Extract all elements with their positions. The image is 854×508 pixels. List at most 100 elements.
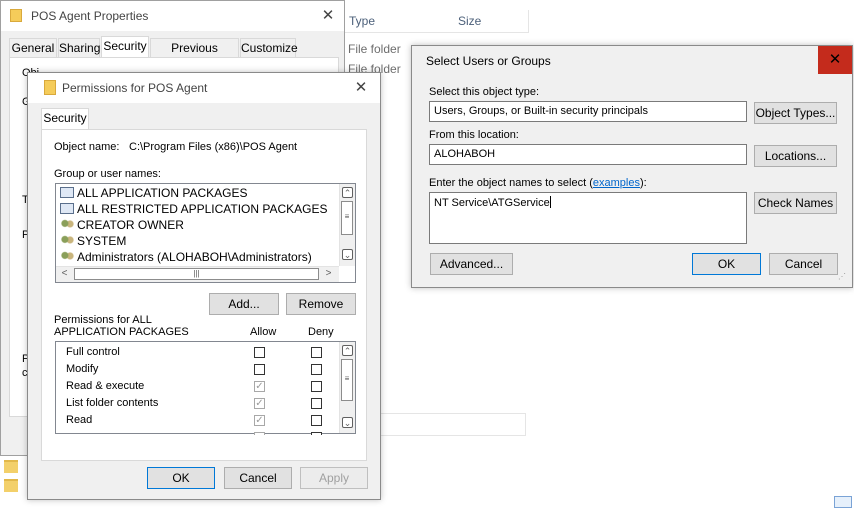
- enter-names-label: Enter the object names to select (exampl…: [429, 177, 647, 189]
- cancel-button[interactable]: Cancel: [224, 467, 292, 489]
- tab-security[interactable]: Security: [41, 108, 89, 130]
- folder-icon: [44, 80, 56, 95]
- permission-name: Full control: [66, 346, 120, 358]
- check-names-button[interactable]: Check Names: [754, 192, 837, 214]
- column-header-type[interactable]: Type: [349, 10, 375, 32]
- explorer-row-type: File folder: [348, 42, 401, 56]
- ok-button[interactable]: OK: [692, 253, 761, 275]
- cancel-button[interactable]: Cancel: [769, 253, 838, 275]
- scroll-up-icon[interactable]: ⌃: [342, 345, 353, 356]
- scroll-right-icon[interactable]: >: [323, 268, 334, 280]
- allow-checkbox[interactable]: [254, 347, 265, 358]
- location-label: From this location:: [429, 129, 519, 141]
- user-list-vscrollbar[interactable]: ⌃ ≡ ⌄: [339, 184, 355, 266]
- permissions-for-label-2: APPLICATION PACKAGES: [54, 326, 189, 338]
- object-names-value: NT Service\ATGService: [434, 197, 550, 209]
- permissions-security-panel: Object name: C:\Program Files (x86)\POS …: [41, 129, 367, 461]
- folder-icon: [10, 9, 22, 22]
- tab-sharing[interactable]: Sharing: [58, 38, 100, 58]
- selected-row-outline: [376, 413, 526, 436]
- permissions-window: Permissions for POS Agent ✕ Security Obj…: [27, 72, 381, 500]
- allow-column-header: Allow: [250, 326, 277, 338]
- object-name-label: Object name:: [54, 141, 120, 153]
- group-names-label: Group or user names:: [54, 168, 161, 180]
- select-users-titlebar: Select Users or Groups ✕: [412, 46, 852, 76]
- deny-checkbox[interactable]: [311, 398, 322, 409]
- apply-button: Apply: [300, 467, 368, 489]
- allow-checkbox: ✓: [254, 381, 265, 392]
- enter-names-label-text: Enter the object names to select (: [429, 177, 593, 189]
- users-icon: [60, 251, 74, 262]
- deny-checkbox[interactable]: [311, 347, 322, 358]
- scroll-down-icon[interactable]: ⌄: [342, 249, 353, 260]
- permission-name: List folder contents: [66, 397, 159, 409]
- properties-titlebar: POS Agent Properties ✕: [1, 1, 344, 31]
- permissions-vscrollbar[interactable]: ⌃ ≡ ⌄: [339, 342, 355, 433]
- text-cursor: [549, 196, 551, 208]
- package-icon: [60, 187, 74, 198]
- permission-name: Read: [66, 414, 93, 426]
- close-button[interactable]: ✕: [818, 46, 852, 74]
- group-user-list[interactable]: ALL APPLICATION PACKAGES ALL RESTRICTED A…: [55, 183, 356, 283]
- object-name-value: C:\Program Files (x86)\POS Agent: [129, 141, 298, 153]
- close-button[interactable]: ✕: [344, 73, 378, 103]
- users-icon: [60, 219, 74, 230]
- deny-checkbox[interactable]: [311, 415, 322, 426]
- locations-button[interactable]: Locations...: [754, 145, 837, 167]
- tab-previous-versions[interactable]: Previous Versions: [150, 38, 239, 73]
- column-header-size[interactable]: Size: [458, 10, 481, 32]
- permission-name: Modify: [66, 363, 99, 375]
- location-field: ALOHABOH: [429, 144, 747, 165]
- permissions-title: Permissions for POS Agent: [62, 81, 208, 95]
- add-button[interactable]: Add...: [209, 293, 279, 315]
- advanced-button[interactable]: Advanced...: [430, 253, 513, 275]
- deny-checkbox[interactable]: [311, 381, 322, 392]
- scroll-thumb[interactable]: ≡: [341, 359, 353, 401]
- user-name: SYSTEM: [77, 234, 127, 248]
- object-type-label: Select this object type:: [429, 86, 540, 98]
- scroll-down-icon[interactable]: ⌄: [342, 417, 353, 428]
- folder-icon: [4, 460, 18, 473]
- scroll-up-icon[interactable]: ⌃: [342, 187, 353, 198]
- object-types-button[interactable]: Object Types...: [754, 102, 837, 124]
- user-name: ALL RESTRICTED APPLICATION PACKAGES: [77, 202, 328, 216]
- list-item[interactable]: CREATOR OWNER: [60, 218, 184, 232]
- users-icon: [60, 235, 74, 246]
- close-button[interactable]: ✕: [311, 1, 345, 31]
- tab-customize[interactable]: Customize: [240, 38, 298, 58]
- allow-checkbox: [254, 432, 265, 435]
- package-icon: [60, 203, 74, 214]
- allow-checkbox: ✓: [254, 415, 265, 426]
- tab-general[interactable]: General: [9, 38, 57, 58]
- deny-checkbox[interactable]: [311, 432, 322, 435]
- scroll-left-icon[interactable]: <: [59, 268, 70, 280]
- folder-icon: [4, 479, 18, 492]
- properties-title: POS Agent Properties: [31, 9, 149, 23]
- scroll-thumb[interactable]: ≡: [341, 201, 353, 235]
- permissions-list: Full control Modify Read & execute ✓ List fo…: [55, 341, 356, 435]
- ok-button[interactable]: OK: [147, 467, 215, 489]
- object-names-input[interactable]: NT Service\ATGService: [429, 192, 747, 244]
- remove-button[interactable]: Remove: [286, 293, 356, 315]
- corner-view-icon[interactable]: [834, 496, 852, 508]
- list-item[interactable]: SYSTEM: [60, 234, 126, 248]
- select-users-window: Select Users or Groups ✕ Select this obj…: [411, 45, 853, 288]
- list-item[interactable]: Administrators (ALOHABOH\Administrators): [60, 250, 312, 264]
- permissions-for-label: Permissions for ALL: [54, 314, 152, 326]
- list-item[interactable]: ALL APPLICATION PACKAGES: [60, 186, 248, 200]
- deny-column-header: Deny: [308, 326, 334, 338]
- allow-checkbox: ✓: [254, 398, 265, 409]
- allow-checkbox[interactable]: [254, 364, 265, 375]
- user-name: CREATOR OWNER: [77, 218, 184, 232]
- list-item[interactable]: ALL RESTRICTED APPLICATION PACKAGES: [60, 202, 328, 216]
- tab-security[interactable]: Security: [101, 36, 149, 58]
- user-name: ALL APPLICATION PACKAGES: [77, 186, 248, 200]
- permissions-titlebar: Permissions for POS Agent ✕: [28, 73, 380, 103]
- user-list-hscrollbar[interactable]: < ||| >: [56, 266, 339, 282]
- deny-checkbox[interactable]: [311, 364, 322, 375]
- select-users-body: Select this object type: Users, Groups, …: [418, 76, 848, 284]
- select-users-title: Select Users or Groups: [426, 54, 551, 68]
- resize-grip-icon[interactable]: ⋰: [838, 272, 848, 282]
- examples-link[interactable]: examples: [593, 177, 640, 189]
- scroll-thumb[interactable]: |||: [74, 268, 319, 280]
